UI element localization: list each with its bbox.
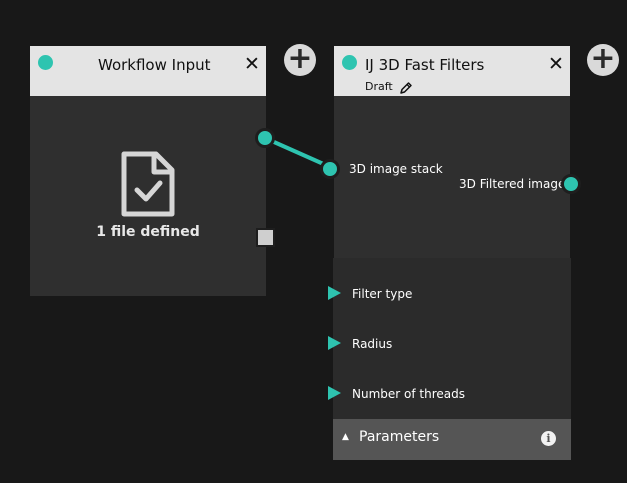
workflow-input-header[interactable]: Workflow Input ✕ [30, 46, 266, 96]
parameter-label: Number of threads [352, 387, 465, 401]
input-port-label: 3D image stack [349, 162, 443, 176]
parameter-input-port[interactable] [328, 386, 341, 400]
file-check-icon [120, 150, 176, 222]
files-defined-label: 1 file defined [96, 224, 200, 240]
filter-output-port[interactable] [561, 174, 581, 194]
info-icon[interactable]: i [541, 431, 556, 446]
status-dot [38, 55, 53, 70]
parameter-label: Radius [352, 337, 393, 351]
filter-input-port[interactable] [320, 159, 340, 179]
filter-node-header[interactable]: IJ 3D Fast Filters Draft ✕ [334, 46, 570, 96]
close-icon[interactable]: ✕ [244, 55, 260, 74]
draft-status: Draft [365, 80, 393, 93]
filter-node[interactable]: IJ 3D Fast Filters Draft ✕ 3D image stac… [334, 46, 570, 258]
parameter-input-port[interactable] [328, 336, 341, 350]
node-title: IJ 3D Fast Filters [365, 56, 485, 74]
output-square-port[interactable] [256, 228, 275, 247]
add-node-button[interactable]: + [284, 44, 316, 76]
add-node-button[interactable]: + [587, 44, 619, 76]
parameters-label: Parameters [359, 429, 440, 445]
parameter-input-port[interactable] [328, 286, 341, 300]
parameters-bar[interactable]: ▲ Parameters i [333, 419, 571, 460]
parameter-label: Filter type [352, 287, 413, 301]
workflow-input-node[interactable]: Workflow Input ✕ 1 file defined [30, 46, 275, 296]
pencil-icon[interactable] [399, 80, 413, 99]
close-icon[interactable]: ✕ [548, 55, 564, 74]
output-port-label: 3D Filtered image [459, 177, 566, 191]
parameters-panel: Filter type Radius Number of threads ▲ P… [328, 258, 571, 460]
node-title: Workflow Input [98, 56, 211, 74]
status-dot [342, 55, 357, 70]
workflow-input-output-port[interactable] [255, 128, 275, 148]
collapse-toggle-icon[interactable]: ▲ [342, 432, 349, 442]
